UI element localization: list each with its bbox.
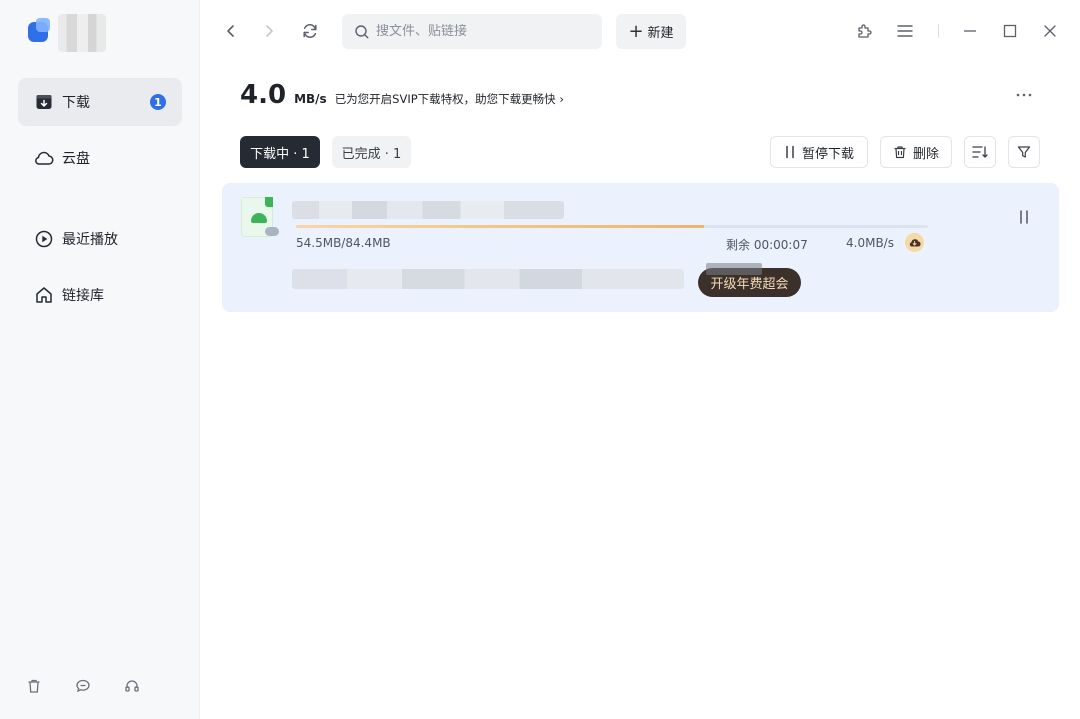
download-box-icon — [34, 92, 54, 112]
avatar[interactable] — [58, 14, 106, 52]
delete-label: 删除 — [912, 146, 939, 162]
download-rate: 4.0MB/s — [846, 236, 894, 250]
minimize-icon[interactable] — [959, 20, 981, 42]
delete-button[interactable]: 删除 — [880, 136, 952, 168]
toolbar-divider — [938, 24, 939, 38]
maximize-icon[interactable] — [999, 20, 1021, 42]
remaining-time: 剩余 00:00:07 — [726, 238, 808, 252]
tab-completed[interactable]: 已完成 · 1 — [332, 136, 411, 168]
pause-icon — [784, 145, 796, 159]
svip-promo-link[interactable]: 已为您开启SVIP下载特权，助您下载更畅快 › — [335, 91, 564, 107]
download-count-badge: 1 — [150, 94, 166, 110]
apk-file-icon — [241, 197, 279, 239]
plugin-icon[interactable] — [854, 20, 876, 42]
pause-all-label: 暂停下载 — [801, 146, 854, 162]
trash-icon[interactable] — [24, 676, 44, 696]
filter-icon — [1017, 145, 1031, 159]
top-bar: + 新建 — [200, 0, 1080, 62]
upgrade-promo-text-redacted — [292, 269, 684, 289]
download-task-card[interactable]: 54.5MB/84.4MB 剩余 00:00:07 4.0MB/s 开级年费超会 — [222, 183, 1059, 312]
plus-icon: + — [628, 20, 644, 42]
trash-icon — [893, 145, 907, 159]
download-progress-bar — [296, 225, 928, 228]
speed-value: 4.0 — [240, 80, 287, 110]
home-icon — [34, 285, 54, 305]
redaction-overlay — [706, 263, 762, 275]
download-progress-fill — [296, 225, 705, 228]
refresh-icon[interactable] — [299, 20, 321, 42]
sidebar-item-label: 下载 — [62, 95, 90, 111]
back-icon[interactable] — [220, 20, 242, 42]
sidebar-footer — [24, 676, 142, 696]
sort-icon — [972, 145, 988, 159]
tab-downloading[interactable]: 下载中 · 1 — [240, 136, 320, 168]
sidebar-item-download[interactable]: 下载 1 — [18, 78, 182, 126]
play-circle-icon — [34, 229, 54, 249]
more-options-icon[interactable] — [1012, 84, 1036, 106]
app-logo — [26, 18, 52, 44]
forward-icon[interactable] — [258, 20, 280, 42]
sidebar: 下载 1 云盘 最近播放 链接库 — [0, 0, 200, 719]
menu-icon[interactable] — [894, 20, 916, 42]
sidebar-item-link-library[interactable]: 链接库 — [18, 271, 182, 319]
file-name-redacted — [292, 201, 564, 219]
search-icon — [354, 24, 370, 40]
search-input[interactable] — [376, 24, 576, 39]
sidebar-item-cloud[interactable]: 云盘 — [18, 134, 182, 182]
speed-unit: MB/s — [294, 92, 327, 106]
filter-button[interactable] — [1008, 136, 1040, 168]
sidebar-item-label: 云盘 — [62, 151, 90, 167]
sidebar-item-label: 最近播放 — [62, 232, 118, 248]
pause-all-button[interactable]: 暂停下载 — [770, 136, 868, 168]
headset-icon[interactable] — [122, 676, 142, 696]
sidebar-item-label: 链接库 — [62, 288, 104, 304]
download-speed-header: 4.0 MB/s 已为您开启SVIP下载特权，助您下载更畅快 › — [240, 80, 564, 110]
message-icon[interactable] — [73, 676, 93, 696]
cloud-icon — [34, 148, 54, 168]
download-size-text: 54.5MB/84.4MB — [296, 236, 391, 250]
new-button-label: 新建 — [647, 26, 674, 41]
search-box[interactable] — [342, 14, 602, 49]
pause-task-icon[interactable] — [1014, 207, 1034, 227]
speed-boost-icon[interactable] — [905, 233, 924, 252]
new-task-button[interactable]: + 新建 — [616, 14, 686, 49]
close-icon[interactable] — [1039, 20, 1061, 42]
sort-button[interactable] — [964, 136, 996, 168]
sidebar-item-recent-play[interactable]: 最近播放 — [18, 215, 182, 263]
